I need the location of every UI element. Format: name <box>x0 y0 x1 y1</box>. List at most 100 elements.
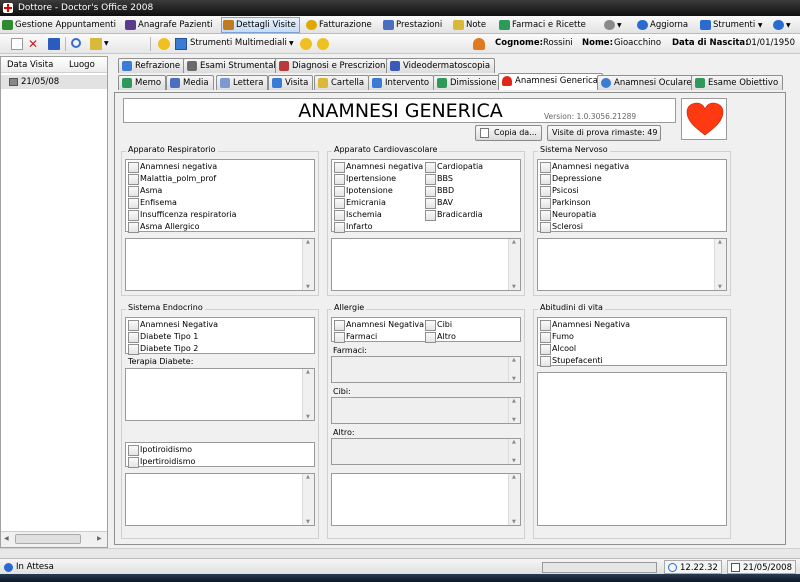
menu-extra-dropdown[interactable]: ▼ <box>603 18 631 32</box>
chevron-down-icon[interactable]: ▼ <box>289 40 294 47</box>
visit-row[interactable]: 21/05/08 <box>1 75 107 89</box>
search-icon[interactable] <box>71 38 81 48</box>
splitter[interactable] <box>0 548 800 558</box>
checkbox-parkinson[interactable]: Parkinson <box>539 197 591 209</box>
notes-endocrino[interactable] <box>125 473 315 526</box>
checkbox-asma[interactable]: Asma <box>127 185 162 197</box>
checkbox-anamnesi-negativa[interactable]: Anamnesi negativa <box>539 161 629 173</box>
checkbox-enfisema[interactable]: Enfisema <box>127 197 177 209</box>
checkbox-bav[interactable]: BAV <box>424 197 453 209</box>
checkbox-ipertensione[interactable]: Ipertensione <box>333 173 396 185</box>
column-luogo[interactable]: Luogo <box>69 57 95 73</box>
checkbox-bbs[interactable]: BBS <box>424 173 453 185</box>
tab-esami-strumentali[interactable]: Esami Strumentali <box>183 58 284 73</box>
checkbox-neuropatia[interactable]: Neuropatia <box>539 209 596 221</box>
checkbox-stupefacenti[interactable]: Stupefacenti <box>539 355 603 367</box>
altro-field[interactable] <box>331 438 521 465</box>
clock-icon <box>668 563 677 572</box>
checkbox-diabete-tipo-1[interactable]: Diabete Tipo 1 <box>127 331 198 343</box>
menu-note[interactable]: Note <box>452 18 486 32</box>
checkbox-depressione[interactable]: Depressione <box>539 173 602 185</box>
tab-anamnesi-oculare[interactable]: Anamnesi Oculare <box>597 75 697 90</box>
multimedia-menu[interactable]: Strumenti Multimediali <box>190 38 287 48</box>
copy-from-button[interactable]: Copia da... <box>475 125 542 141</box>
tab-cartella[interactable]: Cartella <box>314 75 370 90</box>
menu-farmaci-ricette[interactable]: Farmaci e Ricette <box>498 18 586 32</box>
tab-esame-obiettivo[interactable]: Esame Obiettivo <box>691 75 784 90</box>
checkbox-diabete-tipo-2[interactable]: Diabete Tipo 2 <box>127 343 198 355</box>
tab-lettera[interactable]: Lettera <box>216 75 269 90</box>
new-document-icon[interactable] <box>11 38 23 50</box>
notes-cardiovascolare[interactable] <box>331 238 521 291</box>
checkbox-anamnesi-negativa[interactable]: Anamnesi Negativa <box>127 319 218 331</box>
checkbox-malattia-polm[interactable]: Malattia_polm_prof <box>127 173 216 185</box>
tab-visita[interactable]: Visita <box>268 75 314 90</box>
scrollbar[interactable] <box>508 239 520 290</box>
checkbox-cibi[interactable]: Cibi <box>424 319 452 331</box>
checkbox-anamnesi-negativa[interactable]: Anamnesi negativa <box>127 161 217 173</box>
scrollbar[interactable] <box>302 239 314 290</box>
scrollbar[interactable] <box>302 474 314 525</box>
back-icon[interactable] <box>300 38 312 50</box>
cibi-field[interactable] <box>331 397 521 424</box>
scrollbar[interactable] <box>508 398 520 423</box>
checkbox-sclerosi[interactable]: Sclerosi <box>539 221 583 233</box>
checkbox-infarto[interactable]: Infarto <box>333 221 372 233</box>
checkbox-bbd[interactable]: BBD <box>424 185 454 197</box>
terapia-diabete-field[interactable] <box>125 368 315 421</box>
tab-media[interactable]: Media <box>166 75 214 90</box>
menu-fatturazione[interactable]: Fatturazione <box>305 18 372 32</box>
tab-memo[interactable]: Memo <box>118 75 167 90</box>
tab-anamnesi-generica[interactable]: Anamnesi Generica <box>498 73 603 90</box>
scrollbar[interactable] <box>508 357 520 382</box>
clipboard-icon[interactable] <box>90 38 102 50</box>
checkbox-bradicardia[interactable]: Bradicardia <box>424 209 483 221</box>
menu-aggiorna[interactable]: Aggiorna <box>636 18 688 32</box>
farmaci-field[interactable] <box>331 356 521 383</box>
checklist-tiroide: Ipotiroidismo Ipertiroidismo <box>125 442 315 468</box>
checkbox-ipertiroidismo[interactable]: Ipertiroidismo <box>127 456 195 468</box>
checkbox-ipotensione[interactable]: Ipotensione <box>333 185 393 197</box>
forward-icon[interactable] <box>317 38 329 50</box>
checkbox-fumo[interactable]: Fumo <box>539 331 574 343</box>
menu-anagrafe-pazienti[interactable]: Anagrafe Pazienti <box>124 18 213 32</box>
notes-respiratorio[interactable] <box>125 238 315 291</box>
scrollbar[interactable] <box>714 239 726 290</box>
checkbox-ipotiroidismo[interactable]: Ipotiroidismo <box>127 444 192 456</box>
notes-nervoso[interactable] <box>537 238 727 291</box>
delete-icon[interactable]: ✕ <box>27 38 39 50</box>
tab-refrazione[interactable]: Refrazione <box>118 58 186 73</box>
checkbox-asma-allergico[interactable]: Asma Allergico <box>127 221 199 233</box>
notes-allergie[interactable] <box>331 473 521 526</box>
scrollbar[interactable] <box>302 369 314 420</box>
horizontal-scrollbar[interactable]: ◀ ▶ <box>1 531 107 547</box>
checkbox-farmaci[interactable]: Farmaci <box>333 331 377 343</box>
checkbox-anamnesi-negativa[interactable]: Anamnesi Negativa <box>539 319 630 331</box>
tab-diagnosi-prescrizioni[interactable]: Diagnosi e Prescrizioni <box>275 58 393 73</box>
column-data-visita[interactable]: Data Visita <box>7 57 53 73</box>
help-button[interactable]: ▼ <box>772 18 798 32</box>
menu-dettagli-visite[interactable]: Dettagli Visite <box>221 17 300 33</box>
scrollbar[interactable] <box>508 439 520 464</box>
scrollbar[interactable] <box>508 474 520 525</box>
checkbox-emicrania[interactable]: Emicrania <box>333 197 386 209</box>
checkbox-psicosi[interactable]: Psicosi <box>539 185 579 197</box>
checkbox-alcool[interactable]: Alcool <box>539 343 576 355</box>
tab-intervento[interactable]: Intervento <box>368 75 435 90</box>
checkbox-ischemia[interactable]: Ischemia <box>333 209 382 221</box>
save-icon[interactable] <box>48 38 60 50</box>
checkbox-altro[interactable]: Altro <box>424 331 456 343</box>
checkbox-anamnesi-negativa[interactable]: Anamnesi negativa <box>333 161 423 173</box>
chevron-down-icon[interactable]: ▼ <box>104 40 109 47</box>
checkbox-anamnesi-negativa[interactable]: Anamnesi Negativa <box>333 319 424 331</box>
menu-gestione-appuntamenti[interactable]: Gestione Appuntamenti <box>1 18 116 32</box>
notes-abitudini[interactable] <box>537 372 727 526</box>
checkbox-cardiopatia[interactable]: Cardiopatia <box>424 161 483 173</box>
menu-strumenti[interactable]: Strumenti ▼ <box>699 18 763 32</box>
scroll-thumb[interactable] <box>15 534 81 544</box>
tab-dimissione[interactable]: Dimissione <box>433 75 502 90</box>
tab-videodermatoscopia[interactable]: Videodermatoscopia <box>386 58 496 73</box>
smiley-icon[interactable] <box>158 38 170 50</box>
checkbox-insufficenza-respiratoria[interactable]: Insufficenza respiratoria <box>127 209 237 221</box>
menu-prestazioni[interactable]: Prestazioni <box>382 18 442 32</box>
